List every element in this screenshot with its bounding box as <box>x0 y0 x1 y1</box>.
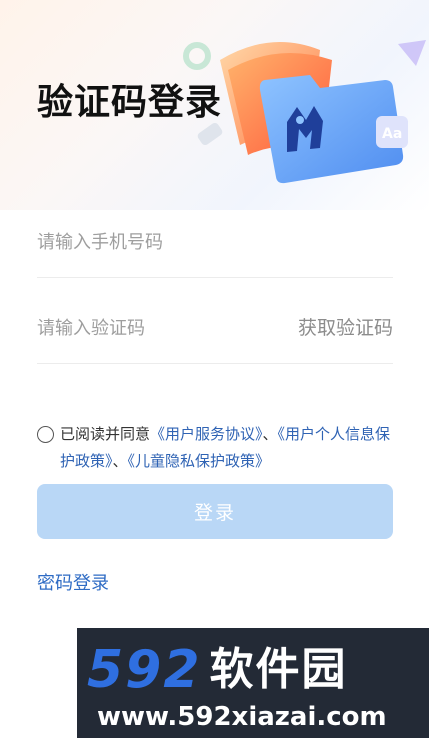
agreement-separator: 、 <box>112 452 128 470</box>
watermark-url: www.592xiazai.com <box>97 702 387 732</box>
get-code-button[interactable]: 获取验证码 <box>298 313 393 340</box>
user-service-agreement-link[interactable]: 《用户服务协议》 <box>150 425 263 443</box>
agreement-separator: 、 <box>262 425 278 443</box>
phone-field[interactable]: 请输入手机号码 <box>37 205 393 278</box>
verification-code-field[interactable]: 请输入验证码 获取验证码 <box>37 290 393 364</box>
watermark: 592 软件园 www.592xiazai.com <box>77 628 429 738</box>
radio-icon[interactable] <box>37 426 54 443</box>
password-login-link[interactable]: 密码登录 <box>37 569 109 595</box>
agreement-row: 已阅读并同意《用户服务协议》、《用户个人信息保护政策》、《儿童隐私保护政策》 <box>37 421 397 475</box>
watermark-number: 592 <box>87 640 202 700</box>
agreement-prefix: 已阅读并同意 <box>60 425 151 443</box>
watermark-logo: 592 软件园 <box>87 640 348 700</box>
svg-text:Aa: Aa <box>382 126 402 142</box>
code-input-placeholder[interactable]: 请输入验证码 <box>37 314 145 340</box>
agreement-text: 已阅读并同意《用户服务协议》、《用户个人信息保护政策》、《儿童隐私保护政策》 <box>60 421 397 475</box>
phone-input-placeholder[interactable]: 请输入手机号码 <box>37 228 163 254</box>
page-title: 验证码登录 <box>37 82 223 123</box>
child-privacy-policy-link[interactable]: 《儿童隐私保护政策》 <box>128 452 271 470</box>
login-button[interactable]: 登录 <box>37 484 393 539</box>
watermark-name: 软件园 <box>209 644 348 695</box>
